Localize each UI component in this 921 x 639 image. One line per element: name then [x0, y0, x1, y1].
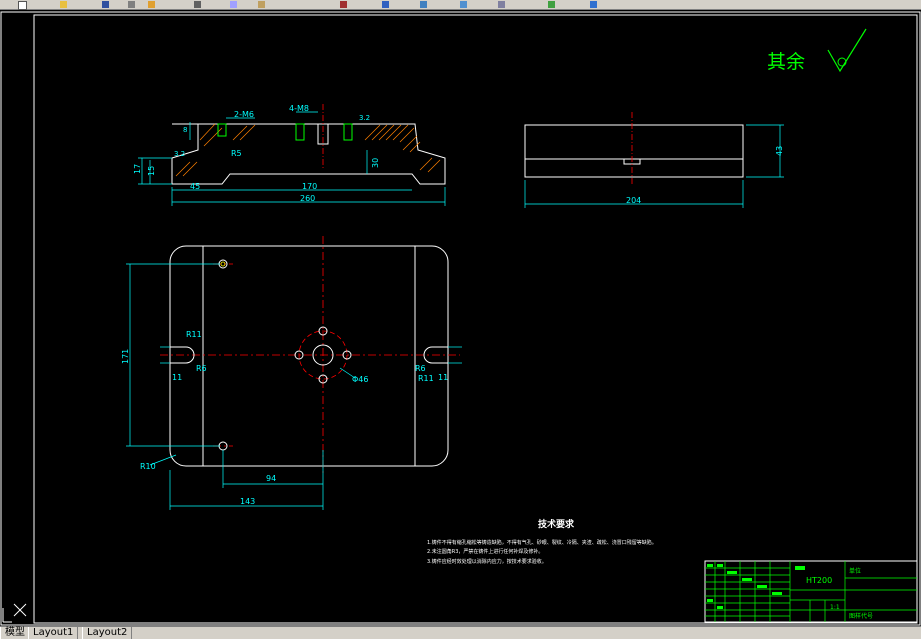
top-dim-r11-left: R11	[186, 330, 202, 339]
redo-icon[interactable]	[382, 1, 389, 8]
toolbar	[0, 0, 921, 10]
layer-icon[interactable]	[548, 1, 555, 8]
tab-layout2[interactable]: Layout2	[82, 627, 133, 639]
front-dim-15: 15	[147, 166, 156, 176]
copy-icon[interactable]	[230, 1, 237, 8]
top-dim-94: 94	[266, 474, 276, 483]
preview-icon[interactable]	[148, 1, 155, 8]
front-dim-45: 45	[190, 182, 200, 191]
front-thread-a: 2-M6	[234, 110, 254, 119]
front-dim-8: 8	[183, 126, 187, 134]
top-dim-r11-right: R11	[418, 374, 434, 383]
top-dim-corner: R10	[140, 462, 156, 471]
front-finish-a: 3.2	[359, 114, 370, 122]
title-scale: 1:1	[830, 604, 840, 611]
side-dim-height: 43	[775, 146, 784, 156]
side-dim-width: 204	[626, 196, 641, 205]
surface-finish-symbol: 其余	[767, 28, 867, 73]
title-drawing-no: 图样代号	[849, 612, 873, 620]
tech-req-title: 技术要求	[538, 518, 575, 530]
top-outline	[169, 245, 449, 467]
top-dim-hole: Φ46	[352, 375, 368, 384]
help-icon[interactable]	[590, 1, 597, 8]
front-dim-260: 260	[300, 194, 315, 203]
undo-icon[interactable]	[340, 1, 347, 8]
tech-requirements: 技术要求 1.铸件不得有缩孔缩松等铸造缺陷，不得有气孔、砂眼、裂纹、冷隔、夹渣、…	[427, 518, 657, 565]
surface-finish-label: 其余	[767, 51, 805, 73]
front-radius: R5	[231, 149, 242, 158]
side-view: 204 43	[524, 112, 784, 208]
front-dim-17: 17	[133, 164, 142, 174]
title-company: 单位	[849, 567, 861, 575]
drawing-canvas[interactable]: 其余 2-M6 4-M8 8 17 15 45 170 260 30 R5 3.…	[0, 10, 921, 626]
front-section-outline	[171, 123, 446, 185]
ucs-icon	[2, 603, 27, 623]
zoom-icon[interactable]	[460, 1, 467, 8]
front-dim-170: 170	[302, 182, 317, 191]
side-outline	[524, 124, 744, 178]
paste-icon[interactable]	[258, 1, 265, 8]
print-icon[interactable]	[128, 1, 135, 8]
top-dim-w11-left: 11	[172, 373, 182, 382]
layout-tabs: 模型 Layout1 Layout2	[0, 626, 921, 639]
drawing-frame	[33, 14, 918, 624]
top-dim-height: 171	[121, 349, 130, 364]
paper-outer-border	[0, 11, 921, 626]
pan-icon[interactable]	[420, 1, 427, 8]
front-thread-b: 4-M8	[289, 104, 309, 113]
cut-icon[interactable]	[194, 1, 201, 8]
tech-req-line-1: 1.铸件不得有缩孔缩松等铸造缺陷，不得有气孔、砂眼、裂纹、冷隔、夹渣、疏松、浇冒…	[427, 539, 657, 546]
title-material: HT200	[806, 576, 832, 585]
tech-req-line-2: 2.未注圆角R3，严禁在铸件上进行任何补焊及修补。	[427, 548, 543, 555]
tab-model[interactable]: 模型	[0, 627, 30, 639]
front-finish-b: 3.2	[174, 150, 185, 158]
new-icon[interactable]	[18, 1, 27, 10]
title-block: HT200 1:1 单位 图样代号	[704, 560, 918, 623]
save-icon[interactable]	[102, 1, 109, 8]
top-dim-r6-left: R6	[196, 364, 207, 373]
tab-layout1[interactable]: Layout1	[28, 627, 79, 639]
properties-icon[interactable]	[498, 1, 505, 8]
top-view: 171 R11 R6 11 R6 R11 11 Φ46 R10 94 143	[121, 236, 462, 510]
open-icon[interactable]	[60, 1, 67, 8]
top-dim-r6-right: R6	[415, 364, 426, 373]
top-dim-w11-right: 11	[438, 373, 448, 382]
top-dim-143: 143	[240, 497, 255, 506]
front-view: 2-M6 4-M8 8 17 15 45 170 260 30 R5 3.2 3…	[133, 104, 446, 206]
front-dim-30: 30	[371, 158, 380, 168]
tech-req-line-3: 3.铸件应经时效处理以消除内应力，按技术要求验收。	[427, 558, 547, 565]
